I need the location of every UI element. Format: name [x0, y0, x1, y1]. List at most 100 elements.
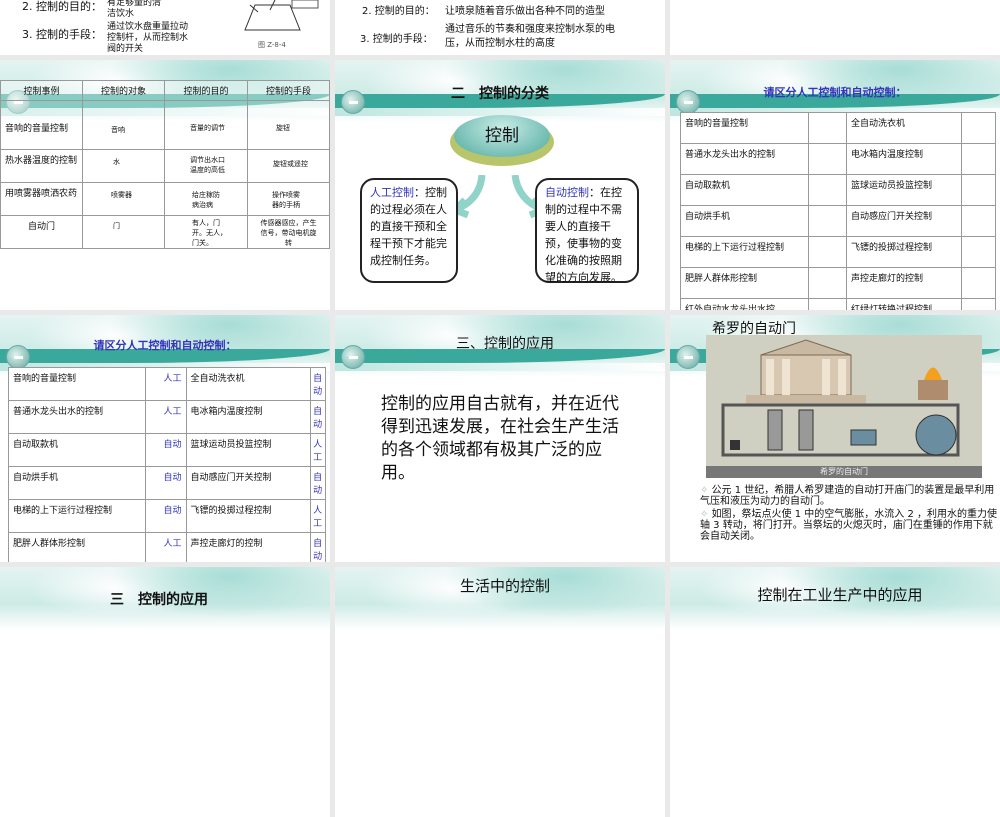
table-cell: 飞镖的投掷过程控制	[185, 499, 312, 533]
answer-cell: 自动	[310, 532, 326, 562]
answer-cell: 自动	[310, 400, 326, 434]
table-cell	[961, 236, 996, 268]
table-row: 音响的音量控制 全自动洗衣机	[680, 112, 996, 144]
slide-title: 请区分人工控制和自动控制：	[93, 339, 237, 352]
table-header: 控制的目的	[164, 80, 248, 101]
answer-cell: 自动	[310, 367, 326, 401]
bullet-item: ✧ 如图，祭坛点火使 1 中的空气膨胀，水流入 2 ，利用水的重力使轴 3 转动…	[700, 509, 1000, 542]
table-cell: 自动感应门开关控制	[846, 205, 962, 237]
table-cell: 旋钮	[247, 100, 330, 150]
slide-thumbnail-1[interactable]: 2. 控制的目的： 有足够量的清 洁饮水 3. 控制的手段： 通过饮水盘重量拉动…	[0, 0, 330, 55]
automatic-control-text: ：在控制的过程中不需要人的直接干预，使事物的变化准确的按照期望的方向发展。	[545, 186, 622, 284]
table-cell: 全自动洗衣机	[846, 112, 962, 144]
table-row: 电梯的上下运行过程控制 飞镖的投掷过程控制	[680, 236, 996, 268]
slide-thumbnail-3[interactable]	[670, 0, 1000, 55]
table-cell: 音响的音量控制	[7, 367, 147, 401]
table-cell: 门	[82, 215, 165, 249]
table-cell: 热水器温度的控制	[0, 149, 83, 183]
table-row: 红外自动水龙头出水控 红绿灯转换过程控制	[680, 298, 996, 310]
bullet-icon: ✧	[700, 509, 712, 520]
slide-title: 控制在工业生产中的应用	[757, 586, 923, 604]
slide-title: 三 控制的应用	[110, 592, 208, 608]
classify-answer-table: 音响的音量控制 人工 全自动洗衣机 自动 普通水龙头出水的控制 人工 电冰箱内温度控制 自动自…	[7, 367, 326, 562]
slide-title: 请区分人工控制和自动控制：	[763, 86, 907, 99]
slide-body-text: 控制的应用自古就有，并在近代得到迅速发展，在社会生产生活的各个领域都有极其广泛的…	[381, 394, 619, 483]
answer-cell: 人工	[145, 532, 187, 562]
slide-row-label: 3. 控制的手段：	[22, 28, 102, 41]
automatic-control-card: 自动控制：在控制的过程中不需要人的直接干预，使事物的变化准确的按照期望的方向发展…	[535, 178, 639, 284]
table-row: 电梯的上下运行过程控制 自动 飞镖的投掷过程控制 人工	[7, 499, 326, 533]
slide-thumbnail-10[interactable]: 三 控制的应用	[0, 567, 330, 817]
table-row: 音响的音量控制 人工 全自动洗衣机 自动	[7, 367, 326, 401]
slide-title: 二 控制的分类	[451, 86, 549, 102]
table-cell: 肥胖人群体形控制	[7, 532, 147, 562]
table-cell: 全自动洗衣机	[185, 367, 312, 401]
table-cell: 自动取款机	[680, 174, 809, 206]
bullet-icon: ✧	[700, 485, 712, 496]
temple-mechanism-illustration	[721, 339, 960, 457]
table-row: 普通水龙头出水的控制 电冰箱内温度控制	[680, 143, 996, 175]
answer-cell: 人工	[310, 433, 326, 467]
slide-thumbnail-11[interactable]: 生活中的控制	[335, 567, 665, 817]
automatic-control-term: 自动控制	[545, 186, 589, 199]
slide-thumbnail-12[interactable]: 控制在工业生产中的应用	[670, 567, 1000, 817]
slide-thumbnail-6[interactable]: 请区分人工控制和自动控制： 音响的音量控制 全自动洗衣机普通水龙头出水的控制 电冰箱…	[670, 60, 1000, 310]
table-cell	[808, 205, 847, 237]
table-cell	[961, 267, 996, 299]
table-cell: 自动门	[0, 215, 83, 249]
table-cell	[808, 143, 847, 175]
answer-cell: 人工	[145, 400, 187, 434]
table-cell	[961, 298, 996, 310]
control-examples-table: 控制事例 控制的对象 控制的目的 控制的手段 音响的音量控制 音响 音量的调节 旋钮 热水器…	[0, 80, 330, 249]
slide-row-label: 3. 控制的手段：	[360, 34, 433, 45]
table-cell: 有人，门 开。无人， 门关。	[164, 215, 248, 249]
table-cell: 用喷雾器喷洒农药	[0, 182, 83, 216]
table-cell: 红外自动水龙头出水控	[680, 298, 809, 310]
table-cell: 旋钮或遥控	[247, 149, 330, 183]
slide-row-label: 2. 控制的目的：	[362, 6, 435, 17]
slide-thumbnail-8[interactable]: 三、控制的应用 控制的应用自古就有，并在近代得到迅速发展，在社会生产生活的各个领…	[335, 315, 665, 562]
answer-cell: 人工	[310, 499, 326, 533]
table-cell: 自动烘手机	[680, 205, 809, 237]
slide-row-value: 有足够量的清 洁饮水	[107, 0, 162, 19]
table-cell: 自动感应门开关控制	[185, 466, 312, 500]
table-cell: 喷雾器	[82, 182, 165, 216]
slide-thumbnail-7[interactable]: 请区分人工控制和自动控制： 音响的音量控制 人工 全自动洗衣机 自动 普通水龙头出水的控…	[0, 315, 330, 562]
figure-caption: 图 Z-8-4	[258, 41, 286, 49]
control-ellipse-label: 控制	[454, 115, 550, 157]
table-cell: 音量的调节	[164, 100, 248, 150]
answer-cell: 自动	[145, 499, 187, 533]
table-cell: 电冰箱内温度控制	[185, 400, 312, 434]
answer-cell: 自动	[310, 466, 326, 500]
classify-table: 音响的音量控制 全自动洗衣机普通水龙头出水的控制 电冰箱内温度控制自动取款机 篮球运动…	[680, 112, 996, 310]
table-cell: 普通水龙头出水的控制	[7, 400, 147, 434]
table-cell	[808, 236, 847, 268]
slide-row-label: 2. 控制的目的：	[22, 0, 102, 13]
table-row: 自动取款机 自动 篮球运动员投篮控制 人工	[7, 433, 326, 467]
funnel-figure-icon	[244, 0, 319, 31]
slide-row-value: 通过音乐的节奏和强度来控制水泵的电 压，从而控制水柱的高度	[445, 24, 615, 49]
slide-thumbnail-5[interactable]: 二 控制的分类 控制 人工控制：控制的过程必须在人的直接干预和全程干预下才能完成…	[335, 60, 665, 310]
slide-thumbnail-9[interactable]: 希罗的自动门 希罗的自动门 ✧ 公元 1 世纪，希腊人希罗建造的自动打开庙门的装…	[670, 315, 1000, 562]
table-cell: 电梯的上下运行过程控制	[680, 236, 809, 268]
table-cell: 普通水龙头出水的控制	[680, 143, 809, 175]
table-cell: 篮球运动员投篮控制	[846, 174, 962, 206]
table-cell: 篮球运动员投篮控制	[185, 433, 312, 467]
table-row: 普通水龙头出水的控制 人工 电冰箱内温度控制 自动	[7, 400, 326, 434]
table-cell: 红绿灯转换过程控制	[846, 298, 962, 310]
table-header: 控制的对象	[82, 80, 165, 101]
table-cell: 音响的音量控制	[680, 112, 809, 144]
table-cell: 音响	[82, 100, 165, 150]
table-cell: 肥胖人群体形控制	[680, 267, 809, 299]
slide-thumbnail-4[interactable]: 控制事例 控制的对象 控制的目的 控制的手段 音响的音量控制 音响 音量的调节 旋钮 热水器…	[0, 60, 330, 310]
bullet-item: ✧ 公元 1 世纪，希腊人希罗建造的自动打开庙门的装置是最早利用气压和液压为动力…	[700, 485, 1000, 507]
table-cell: 电梯的上下运行过程控制	[7, 499, 147, 533]
bullet-text: 如图，祭坛点火使 1 中的空气膨胀，水流入 2 ，利用水的重力使轴 3 转动，将…	[700, 509, 998, 542]
table-cell: 电冰箱内温度控制	[846, 143, 962, 175]
slide-thumbnail-2[interactable]: 2. 控制的目的： 让喷泉随着音乐做出各种不同的造型 3. 控制的手段： 通过音…	[335, 0, 665, 55]
table-row: 肥胖人群体形控制 人工 声控走廊灯的控制 自动	[7, 532, 326, 562]
slide-title: 三、控制的应用	[456, 336, 554, 352]
bullet-list: ✧ 公元 1 世纪，希腊人希罗建造的自动打开庙门的装置是最早利用气压和液压为动力…	[700, 485, 1000, 542]
table-cell	[961, 112, 996, 144]
table-cell: 自动烘手机	[7, 466, 147, 500]
